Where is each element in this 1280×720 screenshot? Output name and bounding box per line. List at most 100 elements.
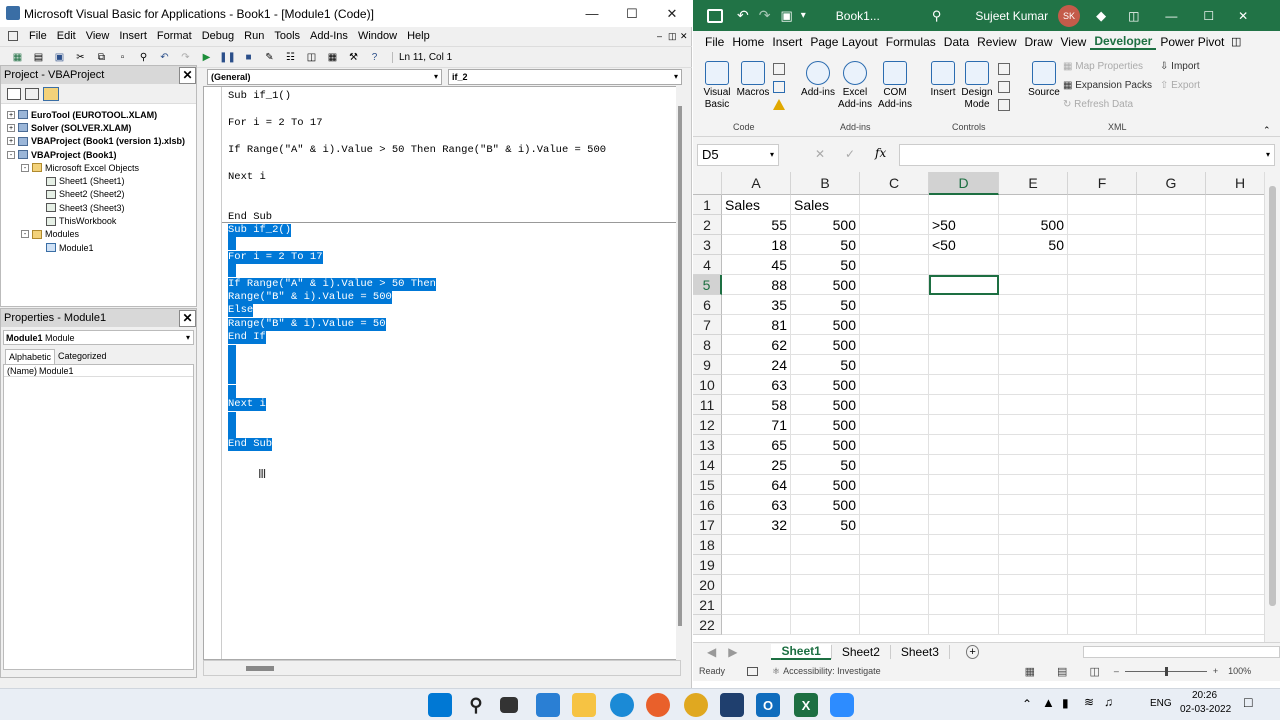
- cell-A9[interactable]: 24: [722, 355, 791, 375]
- cell-C16[interactable]: [860, 495, 929, 515]
- toggle-folders-icon[interactable]: [43, 86, 59, 101]
- cell-G12[interactable]: [1137, 415, 1206, 435]
- cell-D5[interactable]: [929, 275, 999, 295]
- cell-G21[interactable]: [1137, 595, 1206, 615]
- tree-item[interactable]: Module1: [7, 241, 196, 254]
- cell-E1[interactable]: [999, 195, 1068, 215]
- project-explorer-icon[interactable]: ☷: [281, 49, 300, 65]
- row-header[interactable]: 9: [693, 355, 722, 375]
- row-header[interactable]: 16: [693, 495, 722, 515]
- cell-G9[interactable]: [1137, 355, 1206, 375]
- cell-E22[interactable]: [999, 615, 1068, 635]
- code-procedure-combo[interactable]: if_2 ▾: [448, 69, 682, 85]
- cell-D22[interactable]: [929, 615, 999, 635]
- sheet-hscrollbar[interactable]: [1083, 646, 1280, 658]
- cell-C21[interactable]: [860, 595, 929, 615]
- ribbon-tab-insert[interactable]: Insert: [768, 35, 806, 49]
- cell-F22[interactable]: [1068, 615, 1137, 635]
- cell-F13[interactable]: [1068, 435, 1137, 455]
- cell-B3[interactable]: 50: [791, 235, 860, 255]
- project-close-icon[interactable]: ✕: [179, 66, 196, 84]
- cell-E19[interactable]: [999, 555, 1068, 575]
- view-code-icon[interactable]: [7, 87, 21, 100]
- cell-F21[interactable]: [1068, 595, 1137, 615]
- run-dialog-icon[interactable]: [998, 99, 1010, 111]
- row-header[interactable]: 21: [693, 595, 722, 615]
- cell-A16[interactable]: 63: [722, 495, 791, 515]
- property-name-value[interactable]: Module1: [36, 366, 74, 376]
- tree-item[interactable]: + VBAProject (Book1 (version 1).xlsb): [7, 135, 196, 148]
- row-header[interactable]: 19: [693, 555, 722, 575]
- row-header[interactable]: 4: [693, 255, 722, 275]
- widgets-icon[interactable]: [536, 693, 560, 717]
- cell-F11[interactable]: [1068, 395, 1137, 415]
- cell-G1[interactable]: [1137, 195, 1206, 215]
- row-header[interactable]: 11: [693, 395, 722, 415]
- user-name[interactable]: Sujeet Kumar: [975, 9, 1048, 23]
- row-header[interactable]: 8: [693, 335, 722, 355]
- file-explorer-icon[interactable]: [572, 693, 596, 717]
- cell-D18[interactable]: [929, 535, 999, 555]
- insert-function-icon[interactable]: fx: [875, 146, 886, 160]
- cell-D13[interactable]: [929, 435, 999, 455]
- break-icon[interactable]: ❚❚: [218, 49, 237, 65]
- cell-A21[interactable]: [722, 595, 791, 615]
- cell-B5[interactable]: 500: [791, 275, 860, 295]
- expand-toggle-icon[interactable]: -: [21, 163, 29, 172]
- cell-E6[interactable]: [999, 295, 1068, 315]
- row-header[interactable]: 2: [693, 215, 722, 235]
- code-object-combo[interactable]: (General) ▾: [207, 69, 442, 85]
- tree-item[interactable]: - Modules: [7, 228, 196, 241]
- run-icon[interactable]: ▶: [197, 49, 216, 65]
- redo-icon[interactable]: ↷: [759, 7, 771, 24]
- cell-A2[interactable]: 55: [722, 215, 791, 235]
- mdi-minimize-icon[interactable]: –: [657, 31, 662, 41]
- cell-G2[interactable]: [1137, 215, 1206, 235]
- row-header[interactable]: 18: [693, 535, 722, 555]
- cell-G6[interactable]: [1137, 295, 1206, 315]
- cell-B2[interactable]: 500: [791, 215, 860, 235]
- cell-B17[interactable]: 50: [791, 515, 860, 535]
- normal-view-icon[interactable]: ▦: [1025, 665, 1035, 678]
- view-code-icon[interactable]: [998, 81, 1010, 93]
- cell-G14[interactable]: [1137, 455, 1206, 475]
- cell-C18[interactable]: [860, 535, 929, 555]
- ribbon-tab-page-layout[interactable]: Page Layout: [806, 35, 881, 49]
- cell-B4[interactable]: 50: [791, 255, 860, 275]
- mdi-restore-icon[interactable]: ◫: [668, 31, 677, 42]
- cell-E8[interactable]: [999, 335, 1068, 355]
- cell-E13[interactable]: [999, 435, 1068, 455]
- row-header[interactable]: 12: [693, 415, 722, 435]
- cell-E9[interactable]: [999, 355, 1068, 375]
- cell-F2[interactable]: [1068, 215, 1137, 235]
- sheet-tab-3[interactable]: Sheet3: [889, 645, 950, 659]
- cell-F4[interactable]: [1068, 255, 1137, 275]
- volume-icon[interactable]: ♫: [1104, 695, 1113, 709]
- premium-diamond-icon[interactable]: ◆: [1096, 8, 1106, 24]
- row-header[interactable]: 7: [693, 315, 722, 335]
- cell-A17[interactable]: 32: [722, 515, 791, 535]
- ribbon-tab-draw[interactable]: Draw: [1021, 35, 1057, 49]
- cell-D11[interactable]: [929, 395, 999, 415]
- cell-G4[interactable]: [1137, 255, 1206, 275]
- row-header[interactable]: 15: [693, 475, 722, 495]
- ribbon-tab-developer[interactable]: Developer: [1090, 34, 1157, 50]
- cell-F18[interactable]: [1068, 535, 1137, 555]
- cell-D16[interactable]: [929, 495, 999, 515]
- cell-B15[interactable]: 500: [791, 475, 860, 495]
- share-icon[interactable]: ◫: [1231, 35, 1241, 48]
- worksheet-grid[interactable]: A B C D E F G H 1 Sales Sales 2 55 500 >50 500 3 18 50 <50 5…: [693, 172, 1280, 642]
- cell-A19[interactable]: [722, 555, 791, 575]
- cell-B21[interactable]: [791, 595, 860, 615]
- cell-C7[interactable]: [860, 315, 929, 335]
- zoom-slider[interactable]: [1124, 666, 1207, 676]
- close-icon[interactable]: ✕: [1238, 9, 1248, 23]
- menu-run[interactable]: Run: [239, 30, 269, 42]
- cell-F12[interactable]: [1068, 415, 1137, 435]
- undo-icon[interactable]: ↶: [155, 49, 174, 65]
- cell-F7[interactable]: [1068, 315, 1137, 335]
- column-header[interactable]: C: [860, 172, 929, 195]
- menu-tools[interactable]: Tools: [269, 30, 305, 42]
- ribbon-tab-power-pivot[interactable]: Power Pivot: [1156, 35, 1228, 49]
- cell-F19[interactable]: [1068, 555, 1137, 575]
